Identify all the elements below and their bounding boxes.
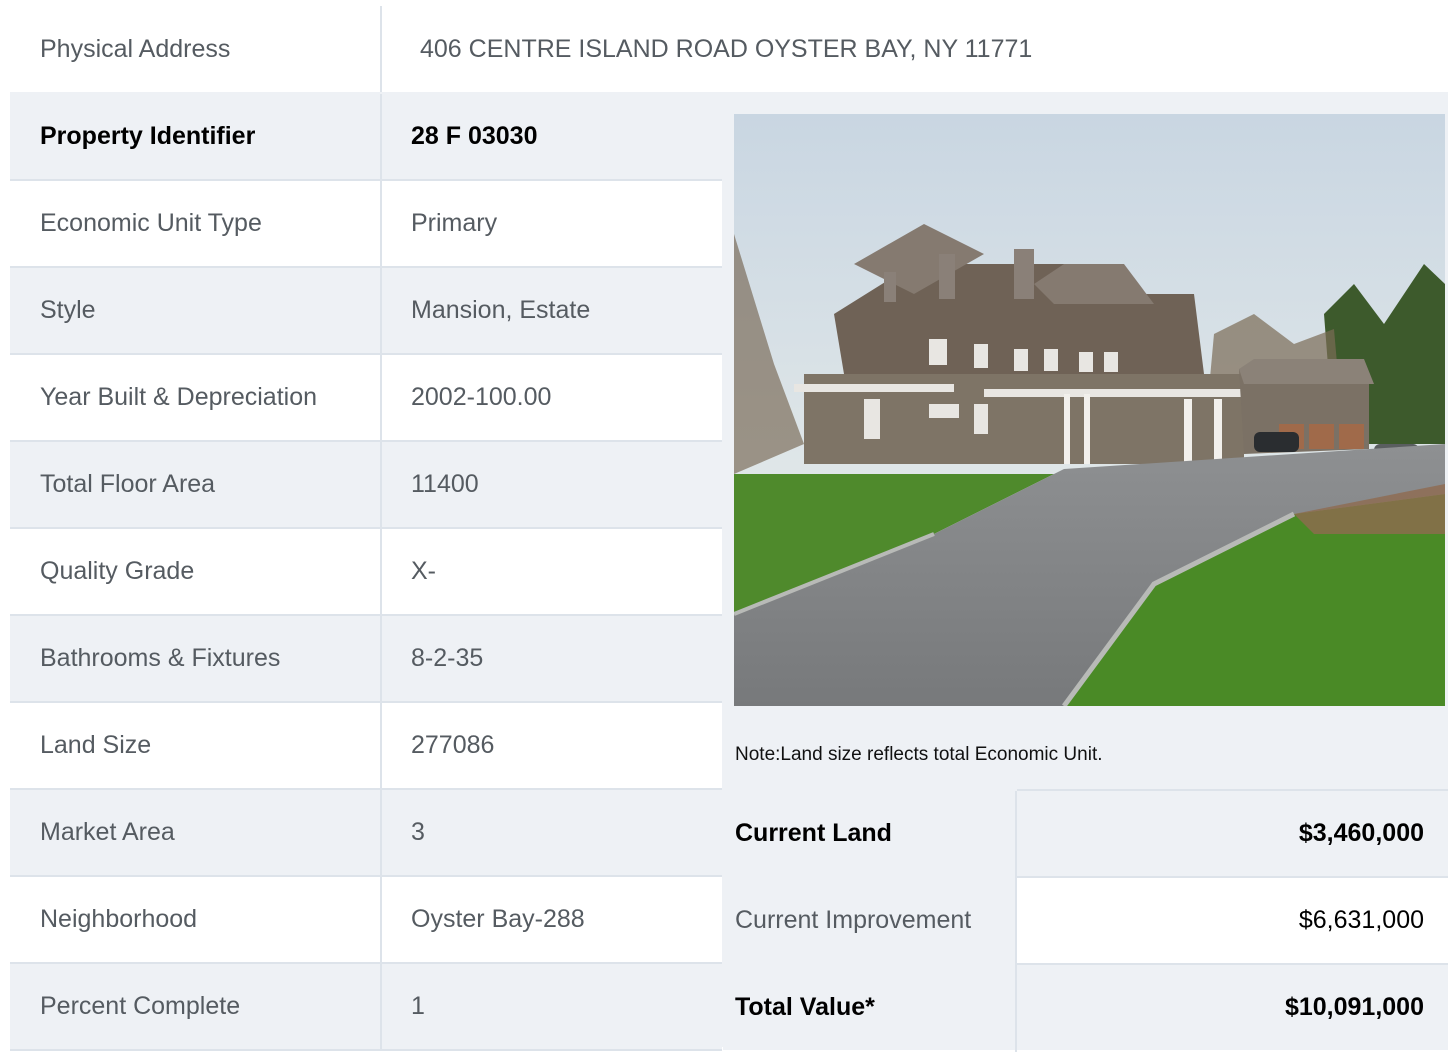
detail-value-cell: X- (382, 529, 722, 614)
detail-value: X- (411, 557, 436, 585)
detail-label: Percent Complete (40, 992, 241, 1020)
value-amount-cell: $10,091,000 (1017, 965, 1448, 1050)
detail-value: Oyster Bay-288 (411, 905, 585, 933)
address-value: 406 CENTRE ISLAND ROAD OYSTER BAY, NY 11… (420, 34, 1033, 63)
detail-value-cell: Oyster Bay-288 (382, 877, 722, 962)
value-amount: $10,091,000 (1284, 993, 1424, 1021)
detail-label: Property Identifier (40, 122, 256, 150)
value-label-cell: Current Land (723, 791, 1015, 876)
value-amount-cell: $6,631,000 (1017, 878, 1448, 963)
detail-label-cell: Total Floor Area (10, 442, 380, 527)
detail-value-cell: 28 F 03030 (382, 94, 722, 179)
detail-label: Style (40, 296, 96, 324)
value-amount: $6,631,000 (1298, 906, 1424, 934)
value-label-cell: Current Improvement (723, 878, 1015, 963)
detail-value: 8-2-35 (411, 644, 484, 672)
detail-value-cell: 8-2-35 (382, 616, 722, 701)
detail-label: Neighborhood (40, 905, 198, 933)
detail-label-cell: Neighborhood (10, 877, 380, 962)
detail-label: Market Area (40, 818, 175, 846)
detail-value: 3 (411, 818, 425, 846)
detail-label-cell: Bathrooms & Fixtures (10, 616, 380, 701)
detail-label: Total Floor Area (40, 470, 216, 498)
detail-label-cell: Economic Unit Type (10, 181, 380, 266)
detail-value: Mansion, Estate (411, 296, 591, 324)
value-label: Current Improvement (735, 906, 972, 934)
detail-value: Primary (411, 209, 498, 237)
detail-label: Quality Grade (40, 557, 195, 585)
detail-label-cell: Style (10, 268, 380, 353)
detail-value: 2002-100.00 (411, 383, 552, 411)
value-label-cell: Total Value* (723, 965, 1015, 1050)
detail-value-cell: 1 (382, 964, 722, 1049)
detail-label: Bathrooms & Fixtures (40, 644, 281, 672)
detail-label: Year Built & Depreciation (40, 383, 318, 411)
detail-value-cell: 3 (382, 790, 722, 875)
value-label: Current Land (735, 819, 892, 847)
address-label-cell: Physical Address (10, 6, 380, 92)
detail-label-cell: Quality Grade (10, 529, 380, 614)
detail-label: Land Size (40, 731, 152, 759)
detail-value: 11400 (411, 470, 479, 498)
detail-value: 1 (411, 992, 425, 1020)
detail-label: Economic Unit Type (40, 209, 262, 237)
property-card: Physical Address 406 CENTRE ISLAND ROAD … (10, 6, 1448, 1052)
detail-label-cell: Market Area (10, 790, 380, 875)
address-label: Physical Address (40, 34, 231, 63)
detail-value-cell: 2002-100.00 (382, 355, 722, 440)
land-size-note: Note:Land size reflects total Economic U… (735, 744, 1103, 765)
detail-label-cell: Year Built & Depreciation (10, 355, 380, 440)
detail-label-cell: Percent Complete (10, 964, 380, 1049)
detail-value-cell: 11400 (382, 442, 722, 527)
value-amount-cell: $3,460,000 (1017, 791, 1448, 876)
detail-value-cell: Mansion, Estate (382, 268, 722, 353)
value-amount: $3,460,000 (1298, 819, 1424, 847)
address-value-cell: 406 CENTRE ISLAND ROAD OYSTER BAY, NY 11… (382, 6, 1448, 92)
house-photo (734, 114, 1445, 706)
detail-value-cell: Primary (382, 181, 722, 266)
detail-value-cell: 277086 (382, 703, 722, 788)
detail-label-cell: Property Identifier (10, 94, 380, 179)
detail-label-cell: Land Size (10, 703, 380, 788)
detail-value: 28 F 03030 (411, 122, 538, 150)
detail-value: 277086 (411, 731, 495, 759)
value-label: Total Value* (735, 993, 875, 1021)
